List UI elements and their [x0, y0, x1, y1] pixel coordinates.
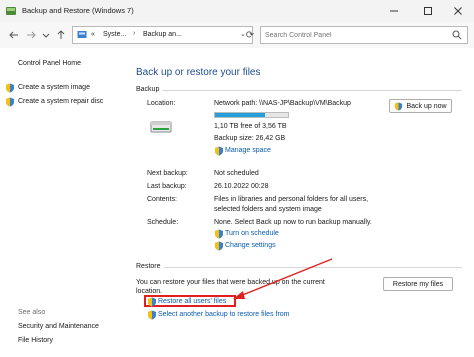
breadcrumb-chevron-icon[interactable]: ›: [133, 30, 135, 37]
main-content: Back up or restore your files Backup Loc…: [126, 48, 474, 357]
navigation-bar: « Syste... › Backup an... ⌄ ⟳: [0, 22, 474, 48]
last-backup-value: 26.10.2022 00:28: [214, 183, 269, 190]
backup-size-text: Backup size: 26,42 GB: [214, 135, 286, 142]
disk-usage-bar: [214, 112, 289, 118]
control-panel-home-link[interactable]: Control Panel Home: [18, 60, 81, 67]
location-label: Location:: [147, 100, 176, 107]
manage-space-icon: [215, 146, 223, 156]
uac-shield-icon: [6, 83, 14, 93]
see-also-heading: See also: [18, 309, 46, 316]
next-backup-value: Not scheduled: [214, 170, 259, 177]
create-system-image-link[interactable]: Create a system image: [18, 84, 90, 91]
uac-shield-icon: [395, 101, 403, 111]
next-backup-label: Next backup:: [147, 170, 188, 177]
restore-my-files-button[interactable]: Restore my files: [383, 277, 453, 291]
turn-on-schedule-link[interactable]: Turn on schedule: [225, 230, 279, 237]
page-title: Back up or restore your files: [136, 67, 261, 78]
section-divider: [162, 90, 462, 91]
last-backup-label: Last backup:: [147, 183, 187, 190]
sidebar: Control Panel Home Create a system image…: [0, 48, 126, 357]
search-box[interactable]: [260, 26, 468, 44]
minimize-icon[interactable]: [378, 0, 410, 22]
location-value: Network path: \\NAS-JP\Backup\VM\Backup: [214, 100, 351, 107]
manage-space-link[interactable]: Manage space: [225, 147, 271, 154]
restore-description-line2: location.: [136, 288, 163, 295]
schedule-label: Schedule:: [147, 219, 179, 226]
address-bar[interactable]: « Syste... › Backup an... ⌄: [72, 26, 253, 44]
breadcrumb-backup[interactable]: Backup an...: [143, 31, 182, 38]
restore-all-users-files-link[interactable]: Restore all users' files: [158, 298, 226, 305]
contents-value-line2: selected folders and system image: [214, 206, 322, 213]
uac-shield-icon: [148, 297, 156, 307]
security-maintenance-link[interactable]: Security and Maintenance: [18, 323, 99, 330]
create-system-repair-disc-link[interactable]: Create a system repair disc: [18, 98, 103, 105]
restore-section-label: Restore: [136, 263, 161, 270]
change-settings-link[interactable]: Change settings: [225, 242, 276, 249]
uac-shield-icon: [148, 310, 156, 320]
file-history-link[interactable]: File History: [18, 337, 53, 344]
back-arrow-icon[interactable]: [6, 27, 22, 43]
drive-icon: [150, 121, 172, 133]
search-icon[interactable]: [452, 30, 462, 40]
window-title: Backup and Restore (Windows 7): [22, 6, 134, 15]
free-space-text: 1,10 TB free of 3,56 TB: [214, 123, 287, 130]
close-icon[interactable]: [442, 0, 474, 22]
back-up-now-button[interactable]: Back up now: [389, 99, 452, 113]
select-another-backup-link[interactable]: Select another backup to restore files f…: [158, 311, 290, 318]
search-input[interactable]: [265, 29, 445, 41]
forward-arrow-icon[interactable]: [23, 27, 39, 43]
contents-value-line1: Files in libraries and personal folders …: [214, 196, 369, 203]
control-panel-icon: [77, 31, 87, 38]
restore-my-files-label: Restore my files: [392, 280, 444, 288]
uac-shield-icon: [215, 229, 223, 239]
address-overflow[interactable]: «: [91, 31, 95, 38]
schedule-value: None. Select Back up now to run backup m…: [214, 219, 372, 226]
contents-label: Contents:: [147, 196, 177, 203]
uac-shield-icon: [215, 241, 223, 251]
up-arrow-icon[interactable]: [53, 27, 69, 43]
backup-section-label: Backup: [136, 86, 160, 93]
breadcrumb-system[interactable]: Syste...: [103, 31, 126, 38]
uac-shield-icon: [6, 97, 14, 107]
title-bar: Backup and Restore (Windows 7): [0, 0, 474, 22]
back-up-now-label: Back up now: [406, 102, 447, 110]
annotation-arrow: [233, 258, 333, 299]
recent-locations-chevron-icon[interactable]: [38, 27, 54, 43]
backup-restore-app-icon: [6, 7, 16, 15]
disk-usage-fill: [215, 113, 266, 117]
maximize-icon[interactable]: [412, 0, 444, 22]
refresh-icon[interactable]: ⟳: [242, 27, 258, 43]
